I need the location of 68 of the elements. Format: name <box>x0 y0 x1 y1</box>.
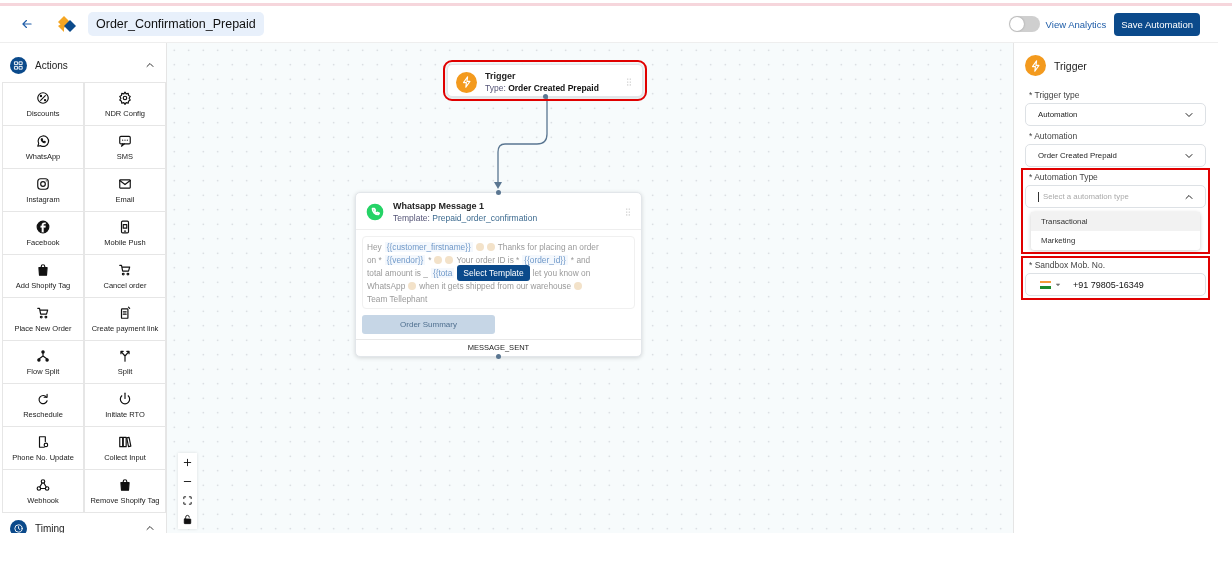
node-subtitle: Template: Prepaid_order_confirmation <box>393 213 539 223</box>
section-title: Timing <box>35 522 66 533</box>
automation-name-field[interactable]: Order_Confirmation_Prepaid <box>88 12 264 36</box>
cart-icon <box>118 262 132 277</box>
message-text: when it gets shipped from our warehouse <box>419 280 571 291</box>
fit-view-icon[interactable] <box>182 495 193 506</box>
node-subtitle: Type: Order Created Prepaid <box>485 83 600 93</box>
drag-handle-icon[interactable] <box>624 76 634 88</box>
message-text: Hey <box>367 241 382 252</box>
receipt-icon <box>118 305 132 320</box>
facebook-icon <box>36 219 50 234</box>
field-label: * Automation Type <box>1029 172 1099 182</box>
field-label: * Trigger type <box>1029 90 1081 100</box>
drag-handle-icon[interactable] <box>623 206 633 218</box>
emoji-icon <box>408 281 417 290</box>
books-icon <box>118 434 132 449</box>
template-variable: {{customer_firstname}} <box>384 241 473 252</box>
mail-icon <box>118 176 132 191</box>
message-text: on * <box>367 254 382 265</box>
chat-phone-icon <box>364 202 385 222</box>
message-text: * and <box>570 254 591 265</box>
percent-icon <box>36 90 50 105</box>
power-icon <box>118 391 132 406</box>
lock-icon[interactable] <box>182 514 193 525</box>
field-label: * Sandbox Mob. No. <box>1029 260 1107 270</box>
message-text: Your order ID is * <box>456 254 520 265</box>
panel-title: Trigger <box>1054 59 1087 72</box>
select-template-button[interactable]: Select Template <box>457 264 530 281</box>
connection-handle[interactable] <box>496 190 501 195</box>
template-variable: {{vendor}} <box>384 254 426 265</box>
message-text: WhatsApp <box>367 280 406 291</box>
template-variable: {{order_id}} <box>522 254 568 265</box>
message-node[interactable] <box>355 192 642 357</box>
emoji-icon <box>574 281 582 290</box>
analytics-toggle[interactable] <box>1008 16 1040 32</box>
message-text: * <box>428 254 432 265</box>
phone-icon <box>118 219 132 234</box>
zoom-in-icon[interactable] <box>182 457 193 468</box>
chat-phone-icon <box>36 133 50 148</box>
connection-handle[interactable] <box>542 94 548 99</box>
redo-icon <box>36 391 50 406</box>
camera-icon <box>36 176 50 191</box>
connection-handle[interactable] <box>496 354 501 359</box>
phone-gear-icon <box>36 434 50 449</box>
message-text: let you know on <box>532 267 591 278</box>
message-text: Team Tellephant <box>367 293 428 304</box>
flag-icon <box>1040 280 1051 289</box>
gear-icon <box>118 90 132 105</box>
webhook-icon <box>36 477 50 492</box>
fork-arrow-icon <box>118 348 132 363</box>
field-label: * Automation <box>1029 131 1079 141</box>
cart-icon <box>36 305 50 320</box>
section-title: Actions <box>35 59 69 71</box>
save-automation-button[interactable]: Save Automation <box>1114 12 1200 36</box>
node-title: Whatsapp Message 1 <box>393 201 486 211</box>
view-analytics-link[interactable]: View Analytics <box>1045 18 1107 30</box>
template-variable: {{tota <box>430 267 455 278</box>
message-text: Thanks for placing an order <box>497 241 599 252</box>
order-summary-button: Order Summary <box>362 315 495 334</box>
back-arrow-icon <box>20 17 34 31</box>
message-text: total amount is _ <box>367 267 428 278</box>
hierarchy-icon <box>36 348 50 363</box>
chat-icon <box>118 133 132 148</box>
caret-icon[interactable] <box>1055 281 1061 288</box>
node-title: Trigger <box>485 71 517 81</box>
shopping-bag-icon <box>36 262 50 277</box>
shopping-bag-icon <box>118 477 132 492</box>
phone-input-field[interactable]: +91 79805-16349 <box>1025 273 1206 296</box>
